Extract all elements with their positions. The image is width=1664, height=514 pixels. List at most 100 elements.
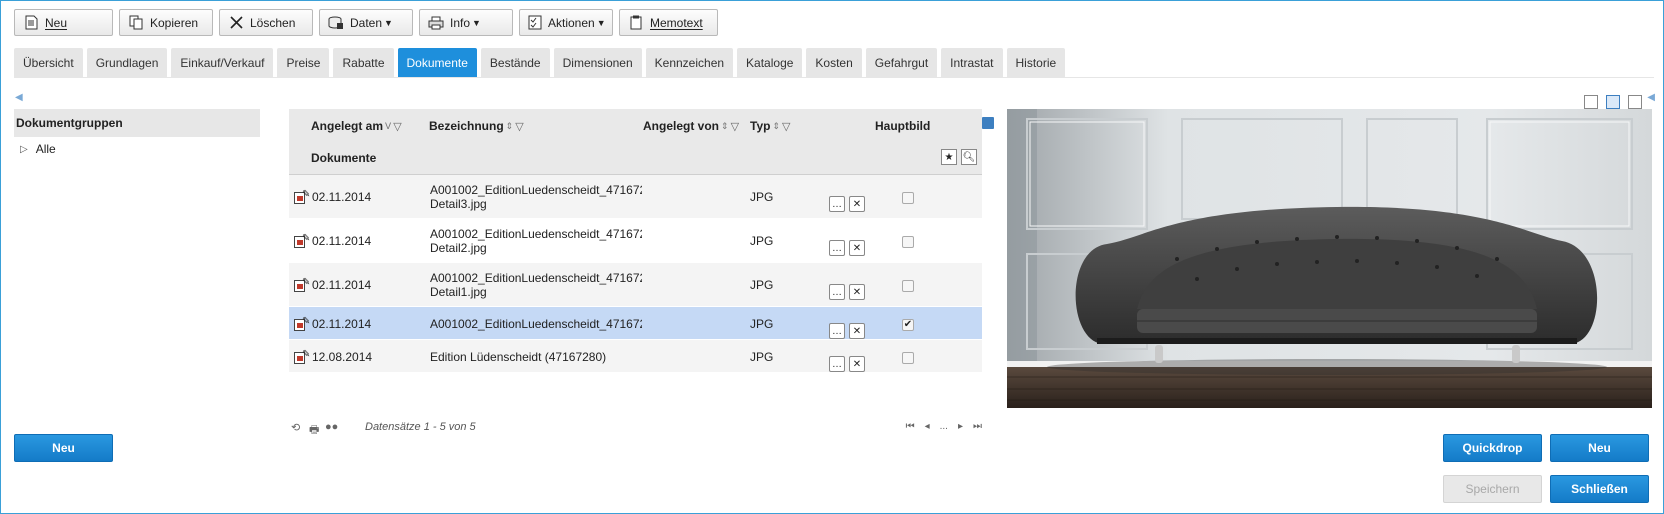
next-page-icon[interactable]: ▸ bbox=[958, 421, 963, 432]
tab-einkauf-verkauf[interactable]: Einkauf/Verkauf bbox=[171, 48, 274, 77]
tab-intrastat[interactable]: Intrastat bbox=[941, 48, 1003, 77]
favorite-star-button[interactable]: ★ bbox=[941, 149, 957, 165]
filter-icon[interactable]: ▽ bbox=[515, 120, 523, 133]
sort-icon[interactable]: ⇕ bbox=[772, 121, 780, 132]
table-row[interactable]: ✎ 02.11.2014 A001002_EditionLuedenscheidt_… bbox=[289, 219, 982, 263]
open-document-button[interactable]: … bbox=[829, 356, 845, 372]
expand-triangle-icon[interactable]: ▷ bbox=[20, 144, 28, 155]
main-image-checkbox[interactable]: ✔ bbox=[902, 319, 914, 331]
tab-dokumente[interactable]: Dokumente bbox=[397, 48, 477, 77]
tab-kataloge[interactable]: Kataloge bbox=[737, 48, 803, 77]
column-bezeichnung[interactable]: Bezeichnung ⇕ ▽ bbox=[429, 119, 524, 133]
document-groups-title: Dokumentgruppen bbox=[14, 109, 260, 137]
tab-kennzeichen[interactable]: Kennzeichen bbox=[645, 48, 734, 77]
close-button[interactable]: Schließen bbox=[1550, 475, 1649, 503]
sort-icon[interactable]: ᐯ bbox=[385, 121, 391, 132]
sort-icon[interactable]: ⇕ bbox=[506, 121, 514, 132]
tab-preise[interactable]: Preise bbox=[277, 48, 330, 77]
new-button[interactable]: Neu bbox=[14, 9, 113, 36]
filter-icon[interactable]: ▽ bbox=[782, 120, 790, 133]
prev-page-icon[interactable]: ◂ bbox=[925, 421, 930, 432]
table-row[interactable]: ✎ 02.11.2014 A001002_EditionLuedenscheidt_… bbox=[289, 263, 982, 307]
collapse-right-icon[interactable]: ◀ bbox=[1647, 92, 1655, 103]
tab-dimensionen[interactable]: Dimensionen bbox=[553, 48, 642, 77]
tree-item-alle[interactable]: ▷ Alle bbox=[14, 137, 260, 161]
cell-name-line2: Detail1.jpg bbox=[430, 285, 487, 299]
column-typ[interactable]: Typ ⇕ ▽ bbox=[750, 119, 790, 133]
clipboard-icon bbox=[628, 15, 644, 31]
actions-menu-button[interactable]: Aktionen ▼ bbox=[519, 9, 613, 36]
quickdrop-button[interactable]: Quickdrop bbox=[1443, 434, 1542, 462]
delete-document-button[interactable]: ✕ bbox=[849, 240, 865, 256]
tab-historie[interactable]: Historie bbox=[1006, 48, 1066, 77]
data-menu-button[interactable]: Daten ▼ bbox=[319, 9, 413, 36]
view-right-icon[interactable] bbox=[1628, 95, 1642, 109]
cell-name-line2: Detail3.jpg bbox=[430, 197, 487, 211]
close-icon: ✕ bbox=[852, 198, 862, 210]
document-edit-icon[interactable]: ✎ bbox=[294, 349, 310, 364]
table-row[interactable]: ✎ 12.08.2014 Edition Lüdenscheidt (4716728… bbox=[289, 340, 982, 373]
cell-type: JPG bbox=[750, 190, 774, 204]
printer-icon bbox=[428, 15, 444, 31]
left-new-button[interactable]: Neu bbox=[14, 434, 113, 462]
tab-uebersicht[interactable]: Übersicht bbox=[14, 48, 83, 77]
filter-icon[interactable]: ▽ bbox=[731, 120, 739, 133]
info-menu-button[interactable]: Info ▼ bbox=[419, 9, 513, 36]
main-image-checkbox[interactable] bbox=[902, 192, 914, 204]
last-page-icon[interactable]: ⏭︎ bbox=[973, 421, 982, 432]
collapse-left-icon[interactable]: ◀ bbox=[15, 92, 23, 103]
delete-document-button[interactable]: ✕ bbox=[849, 323, 865, 339]
tab-rabatte[interactable]: Rabatte bbox=[333, 48, 394, 77]
tab-bestaende[interactable]: Bestände bbox=[480, 48, 550, 77]
cell-date: 02.11.2014 bbox=[312, 190, 372, 204]
delete-document-button[interactable]: ✕ bbox=[849, 356, 865, 372]
open-document-button[interactable]: … bbox=[829, 323, 845, 339]
cell-type: JPG bbox=[750, 317, 774, 331]
chevron-down-icon: ▼ bbox=[384, 17, 393, 28]
main-image-checkbox[interactable] bbox=[902, 236, 914, 248]
delete-document-button[interactable]: ✕ bbox=[849, 196, 865, 212]
document-edit-icon[interactable]: ✎ bbox=[294, 189, 310, 204]
open-document-button[interactable]: … bbox=[829, 284, 845, 300]
printer-icon[interactable]: 🖶︎ bbox=[309, 421, 319, 440]
settings-dots-icon[interactable]: ●● bbox=[325, 421, 338, 433]
view-center-icon[interactable] bbox=[1606, 95, 1620, 109]
document-edit-icon[interactable]: ✎ bbox=[294, 277, 310, 292]
right-new-button[interactable]: Neu bbox=[1550, 434, 1649, 462]
documents-grid: Angelegt am ᐯ ▽ Bezeichnung ⇕ ▽ Angelegt… bbox=[289, 109, 994, 373]
column-hauptbild[interactable]: Hauptbild bbox=[875, 119, 930, 133]
table-row[interactable]: ✎ 02.11.2014 A001002_EditionLuedenscheidt_… bbox=[289, 175, 982, 219]
copy-icon bbox=[128, 15, 144, 31]
sort-icon[interactable]: ⇕ bbox=[721, 121, 729, 132]
delete-button[interactable]: Löschen bbox=[219, 9, 313, 36]
filter-icon[interactable]: ▽ bbox=[393, 120, 401, 133]
tab-grundlagen[interactable]: Grundlagen bbox=[86, 48, 168, 77]
view-left-icon[interactable] bbox=[1584, 95, 1598, 109]
column-angelegt-am[interactable]: Angelegt am ᐯ ▽ bbox=[311, 119, 402, 133]
document-edit-icon[interactable]: ✎ bbox=[294, 316, 310, 331]
refresh-icon[interactable]: ⟲ bbox=[291, 421, 300, 434]
copy-button[interactable]: Kopieren bbox=[119, 9, 213, 36]
column-label: Angelegt am bbox=[311, 119, 384, 133]
cell-type: JPG bbox=[750, 234, 774, 248]
column-chooser-icon[interactable] bbox=[982, 117, 994, 129]
open-document-button[interactable]: … bbox=[829, 196, 845, 212]
grid-body: ✎ 02.11.2014 A001002_EditionLuedenscheidt_… bbox=[289, 175, 982, 373]
column-angelegt-von[interactable]: Angelegt von ⇕ ▽ bbox=[643, 119, 739, 133]
main-image-checkbox[interactable] bbox=[902, 352, 914, 364]
cell-type: JPG bbox=[750, 350, 774, 364]
tab-divider bbox=[14, 77, 1654, 78]
save-button[interactable]: Speichern bbox=[1443, 475, 1542, 503]
document-edit-icon[interactable]: ✎ bbox=[294, 233, 310, 248]
page-ellipsis[interactable]: ... bbox=[940, 421, 948, 432]
delete-document-button[interactable]: ✕ bbox=[849, 284, 865, 300]
memotext-button[interactable]: Memotext bbox=[619, 9, 718, 36]
tab-gefahrgut[interactable]: Gefahrgut bbox=[865, 48, 938, 77]
table-row[interactable]: ✎ 02.11.2014 A001002_EditionLuedenscheidt_… bbox=[289, 307, 982, 340]
tab-kosten[interactable]: Kosten bbox=[806, 48, 862, 77]
first-page-icon[interactable]: ⏮︎ bbox=[906, 421, 915, 432]
search-button[interactable]: 🔍︎ bbox=[961, 149, 977, 165]
checklist-icon bbox=[528, 15, 542, 31]
open-document-button[interactable]: … bbox=[829, 240, 845, 256]
main-image-checkbox[interactable] bbox=[902, 280, 914, 292]
